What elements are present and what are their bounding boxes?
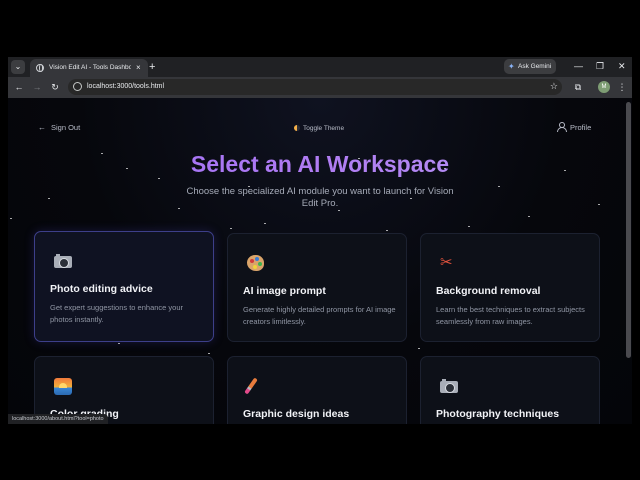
tab-list-button[interactable]: ⌄ (11, 60, 25, 74)
browser-toolbar: ← → ↻ localhost:3000/tools.html ☆ ⧉ M ⋮ (8, 77, 632, 98)
theme-icon (294, 124, 300, 131)
tab-title: Vision Edit AI - Tools Dashboard (49, 64, 131, 71)
toggle-theme-button[interactable]: Toggle Theme (294, 123, 344, 135)
palette-icon (246, 254, 266, 272)
card-description: Learn the best techniques to extract sub… (436, 305, 585, 326)
tool-card-background-removal[interactable]: ✂ Background removal Learn the best tech… (420, 233, 600, 342)
star-dot (118, 343, 120, 344)
star-dot (386, 230, 388, 231)
sign-out-link[interactable]: ← Sign Out (38, 122, 80, 134)
menu-icon[interactable]: ⋮ (615, 80, 629, 94)
star-dot (208, 353, 210, 354)
star-dot (598, 204, 600, 205)
tool-card-photography-techniques[interactable]: Photography techniques (420, 356, 600, 424)
star-dot (528, 216, 530, 217)
card-title: Photo editing advice (50, 283, 153, 295)
link-status-bar: localhost:3000/about.html?tool=photo (8, 414, 108, 424)
star-dot (230, 228, 232, 229)
tab-close-icon[interactable]: × (136, 62, 141, 74)
page-title: Select an AI Workspace (8, 150, 632, 178)
star-dot (468, 226, 470, 227)
tool-card-photo-editing-advice[interactable]: Photo editing advice Get expert suggesti… (34, 231, 214, 342)
sunset-icon (53, 377, 73, 395)
camera-icon (53, 252, 73, 270)
page-subtitle: Choose the specialized AI module you wan… (186, 186, 454, 209)
sign-out-label: Sign Out (51, 123, 81, 132)
star-dot (264, 223, 266, 224)
ask-gemini-button[interactable]: ✦ Ask Gemini (504, 59, 556, 74)
profile-link[interactable]: Profile (557, 122, 591, 134)
arrow-left-icon: ← (38, 123, 46, 132)
star-dot (158, 178, 160, 179)
star-dot (338, 210, 340, 211)
star-dot (48, 198, 50, 199)
back-icon[interactable]: ← (12, 80, 26, 94)
close-window-button[interactable]: ✕ (618, 60, 626, 72)
bookmark-star-icon[interactable]: ☆ (550, 80, 558, 93)
card-description: Generate highly detailed prompts for AI … (243, 305, 396, 326)
card-title: Background removal (436, 285, 541, 297)
web-page: ← Sign Out Toggle Theme Profile Select an… (8, 98, 632, 424)
card-title: Graphic design ideas (243, 408, 350, 420)
tab-strip: ⌄ Vision Edit AI - Tools Dashboard × + ✦… (8, 57, 632, 77)
sparkle-icon: ✦ (508, 62, 515, 71)
camera-icon (439, 377, 459, 395)
ask-gemini-label: Ask Gemini (518, 63, 552, 70)
extensions-icon[interactable]: ⧉ (571, 80, 585, 94)
tool-card-graphic-design-ideas[interactable]: Graphic design ideas (227, 356, 407, 424)
card-title: Photography techniques (436, 408, 560, 420)
url-text[interactable]: localhost:3000/tools.html (87, 82, 164, 92)
star-dot (418, 348, 420, 349)
restore-button[interactable]: ❐ (596, 60, 604, 72)
star-dot (498, 186, 500, 187)
screen: ⌄ Vision Edit AI - Tools Dashboard × + ✦… (0, 0, 640, 480)
profile-avatar[interactable]: M (598, 81, 610, 93)
user-icon (557, 122, 567, 132)
tool-card-ai-image-prompt[interactable]: AI image prompt Generate highly detailed… (227, 233, 407, 342)
card-description: Get expert suggestions to enhance your p… (50, 303, 184, 324)
reload-icon[interactable]: ↻ (48, 80, 62, 94)
address-bar[interactable]: localhost:3000/tools.html ☆ (68, 79, 562, 95)
star-dot (10, 218, 12, 219)
site-info-icon[interactable] (73, 82, 82, 91)
minimize-button[interactable]: — (574, 60, 583, 72)
paintbrush-icon (244, 377, 266, 395)
page-scrollbar[interactable] (626, 102, 631, 358)
scissors-icon: ✂ (440, 254, 453, 271)
globe-icon (36, 64, 44, 72)
browser-window: ⌄ Vision Edit AI - Tools Dashboard × + ✦… (8, 57, 632, 424)
new-tab-button[interactable]: + (149, 60, 155, 74)
tab-tools-dashboard[interactable]: Vision Edit AI - Tools Dashboard × (30, 59, 148, 77)
card-title: AI image prompt (243, 285, 326, 297)
toggle-theme-label: Toggle Theme (303, 125, 345, 132)
profile-label: Profile (570, 123, 592, 132)
forward-icon[interactable]: → (30, 80, 44, 94)
